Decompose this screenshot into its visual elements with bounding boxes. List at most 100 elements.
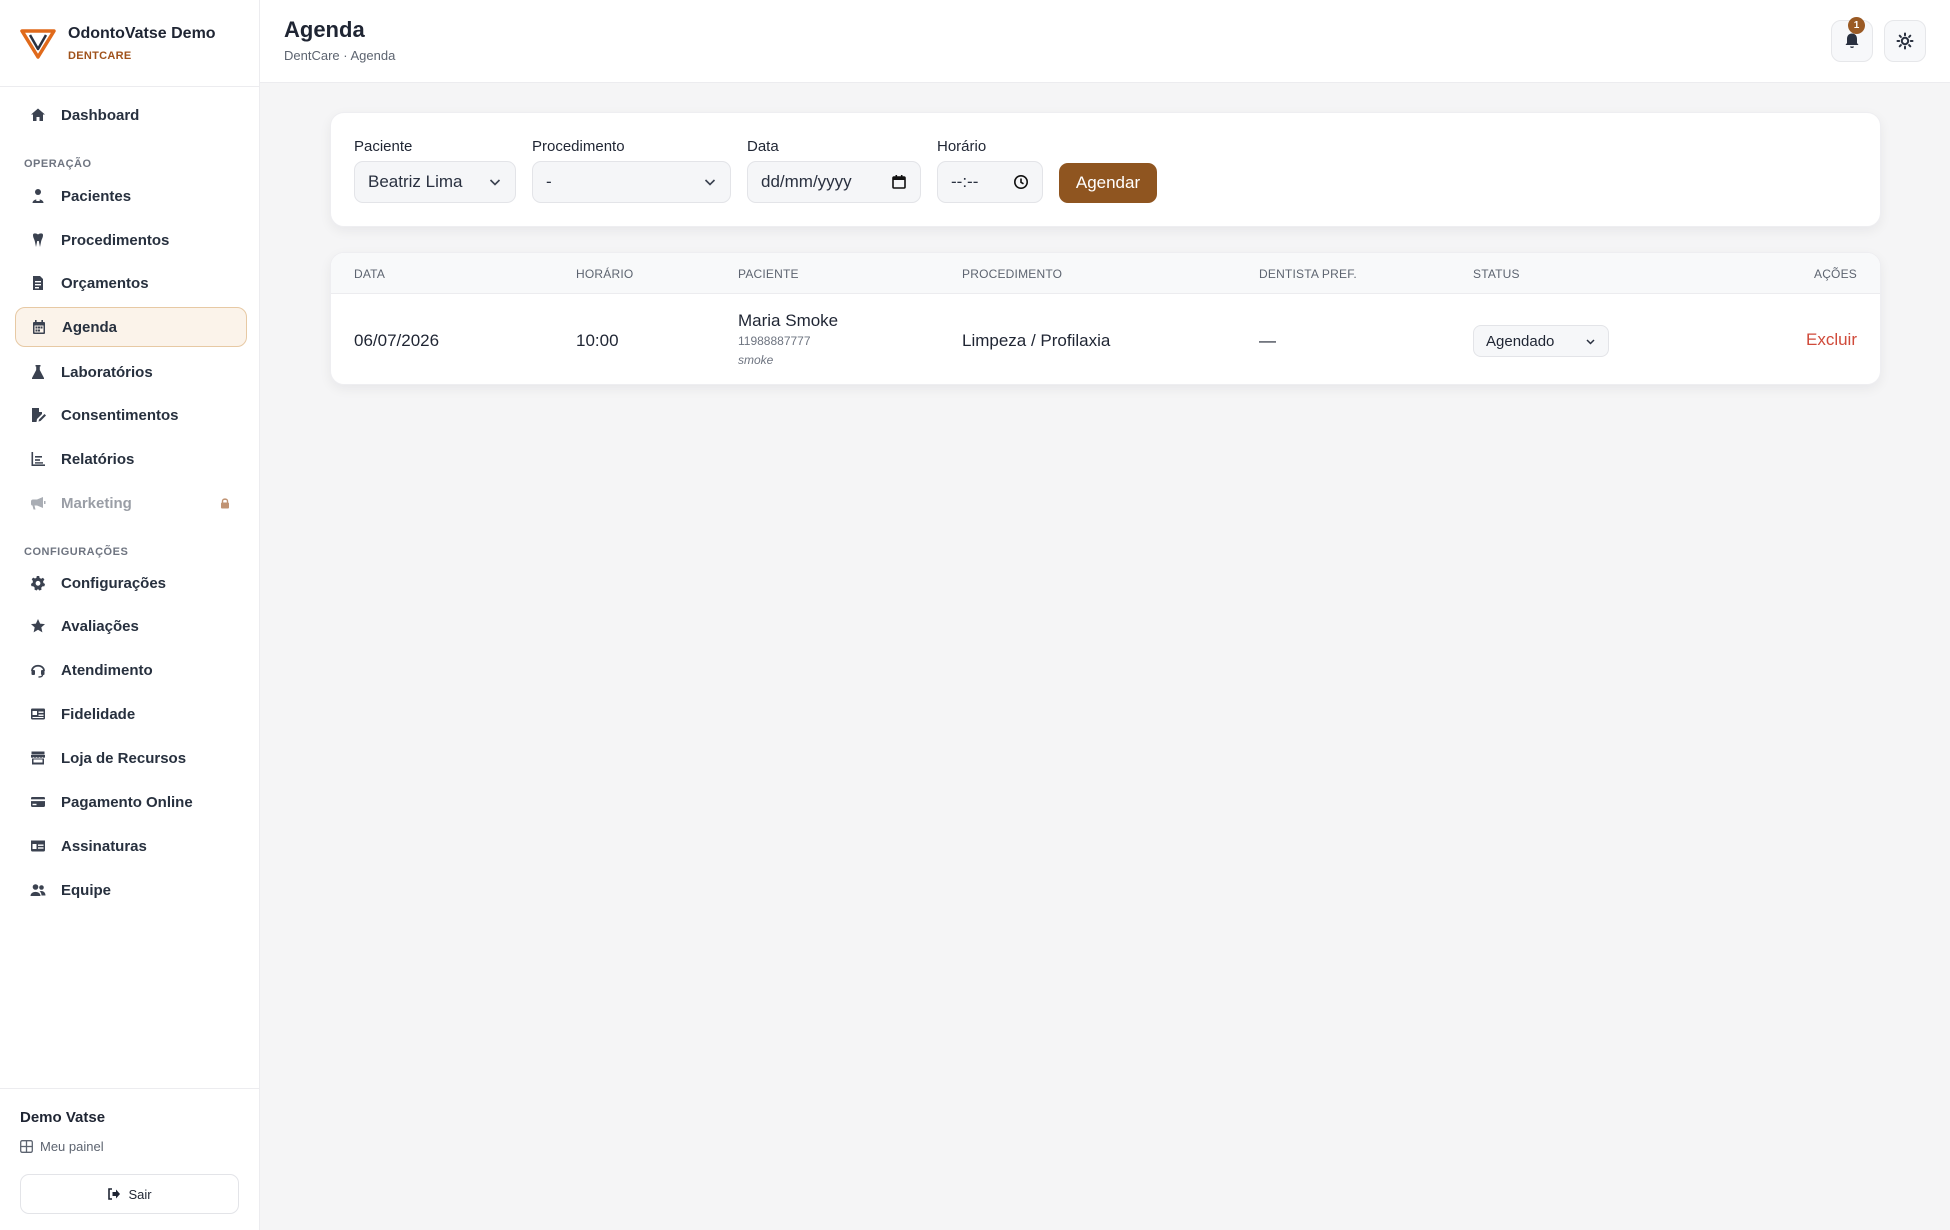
patient-select-value: Beatriz Lima — [368, 172, 463, 191]
theme-toggle-button[interactable] — [1884, 20, 1926, 62]
home-icon — [30, 107, 46, 123]
sidebar-item-label: Pagamento Online — [61, 793, 193, 811]
signature-icon — [30, 407, 46, 423]
column-header-actions: AÇÕES — [1813, 267, 1857, 281]
table-header: DATA HORÁRIO PACIENTE PROCEDIMENTO DENTI… — [331, 253, 1880, 294]
sidebar-item-label: Marketing — [61, 494, 132, 512]
sidebar-item-label: Laboratórios — [61, 363, 153, 381]
status-select-value: Agendado — [1486, 332, 1555, 350]
sidebar-item-equipe[interactable]: Equipe — [15, 870, 247, 910]
sun-icon — [1896, 32, 1914, 50]
sidebar-item-avaliacoes[interactable]: Avaliações — [15, 606, 247, 646]
section-label-configuracoes: CONFIGURAÇÕES — [24, 546, 129, 558]
calendar-picker-icon[interactable] — [891, 174, 907, 190]
sidebar-item-dashboard[interactable]: Dashboard — [15, 95, 247, 135]
schedule-form: Paciente Beatriz Lima Procedimento - Dat… — [330, 112, 1881, 227]
date-label: Data — [747, 138, 779, 155]
status-select[interactable]: Agendado — [1473, 325, 1609, 357]
sidebar-item-relatorios[interactable]: Relatórios — [15, 439, 247, 479]
sidebar-item-label: Dashboard — [61, 106, 140, 124]
sidebar-item-consentimentos[interactable]: Consentimentos — [15, 395, 247, 435]
time-input-value: --:-- — [951, 172, 979, 191]
sidebar-item-label: Orçamentos — [61, 274, 149, 292]
breadcrumb: DentCare · Agenda — [284, 48, 396, 63]
chevron-down-icon — [489, 179, 501, 186]
gear-icon — [30, 575, 46, 591]
sidebar-item-procedimentos[interactable]: Procedimentos — [15, 220, 247, 260]
document-icon — [30, 275, 46, 291]
brand-name: OdontoVatse Demo — [68, 24, 216, 42]
card-icon — [30, 706, 46, 722]
sidebar-item-assinaturas[interactable]: Assinaturas — [15, 826, 247, 866]
column-header-patient: PACIENTE — [738, 267, 799, 281]
row-time: 10:00 — [576, 331, 619, 350]
patient-label: Paciente — [354, 138, 413, 155]
tooth-icon — [30, 232, 46, 248]
column-header-dentist: DENTISTA PREF. — [1259, 267, 1357, 281]
row-patient-phone: 11988887777 — [738, 334, 811, 348]
sidebar-item-label: Fidelidade — [61, 705, 136, 723]
sidebar-item-orcamentos[interactable]: Orçamentos — [15, 263, 247, 303]
store-icon — [30, 750, 46, 766]
sidebar-item-label: Agenda — [62, 318, 118, 336]
time-input[interactable]: --:-- — [937, 161, 1043, 203]
chart-icon — [30, 451, 46, 467]
calendar-icon — [31, 319, 47, 335]
procedure-select[interactable]: - — [532, 161, 731, 203]
page-title: Agenda — [284, 17, 365, 42]
bell-icon — [1845, 33, 1859, 48]
headset-icon — [30, 662, 46, 678]
column-header-date: DATA — [354, 267, 386, 281]
team-icon — [30, 882, 46, 898]
sidebar-item-label: Avaliações — [61, 617, 139, 635]
my-panel-link[interactable]: Meu painel — [20, 1139, 104, 1154]
sidebar-item-pagamento-online[interactable]: Pagamento Online — [15, 782, 247, 822]
notifications-button[interactable]: 1 — [1831, 17, 1873, 62]
sidebar-item-label: Equipe — [61, 881, 112, 899]
sidebar-item-agenda[interactable]: Agenda — [15, 307, 247, 347]
brand[interactable]: OdontoVatse Demo DENTCARE — [0, 0, 259, 87]
column-header-time: HORÁRIO — [576, 267, 634, 281]
patient-icon — [30, 188, 46, 204]
user-name: Demo Vatse — [20, 1109, 106, 1126]
row-dentist: — — [1259, 331, 1276, 350]
lock-icon — [221, 498, 229, 509]
schedule-button[interactable]: Agendar — [1059, 163, 1157, 203]
brand-logo-icon — [20, 29, 56, 59]
megaphone-icon — [30, 495, 46, 511]
star-icon — [30, 618, 46, 634]
delete-button[interactable]: Excluir — [1806, 330, 1857, 350]
sidebar-footer: Demo Vatse Meu painel Sair — [0, 1088, 260, 1230]
logout-icon — [108, 1188, 121, 1200]
date-input-value: dd/mm/yyyy — [761, 172, 852, 191]
sidebar-item-marketing[interactable]: Marketing — [15, 483, 247, 523]
flask-icon — [30, 364, 46, 380]
sidebar-item-atendimento[interactable]: Atendimento — [15, 650, 247, 690]
sidebar-item-pacientes[interactable]: Pacientes — [15, 176, 247, 216]
sidebar-item-label: Loja de Recursos — [61, 749, 187, 767]
brand-subtitle: DENTCARE — [68, 49, 132, 62]
notification-badge: 1 — [1848, 17, 1865, 34]
sidebar-item-configuracoes[interactable]: Configurações — [15, 563, 247, 603]
sidebar-item-label: Relatórios — [61, 450, 135, 468]
id-card-icon — [30, 838, 46, 854]
sidebar-item-label: Atendimento — [61, 661, 153, 679]
row-patient-tag: smoke — [738, 353, 774, 367]
sidebar-item-laboratorios[interactable]: Laboratórios — [15, 352, 247, 392]
column-header-procedure: PROCEDIMENTO — [962, 267, 1063, 281]
patient-select[interactable]: Beatriz Lima — [354, 161, 516, 203]
appointments-table: DATA HORÁRIO PACIENTE PROCEDIMENTO DENTI… — [330, 252, 1881, 385]
sidebar-item-label: Configurações — [61, 574, 167, 592]
sidebar-item-loja-de-recursos[interactable]: Loja de Recursos — [15, 738, 247, 778]
my-panel-label: Meu painel — [40, 1139, 104, 1154]
row-patient-name: Maria Smoke — [738, 311, 839, 330]
row-date: 06/07/2026 — [354, 331, 440, 350]
sidebar-item-fidelidade[interactable]: Fidelidade — [15, 694, 247, 734]
logout-button[interactable]: Sair — [20, 1174, 239, 1214]
column-header-status: STATUS — [1473, 267, 1520, 281]
date-input[interactable]: dd/mm/yyyy — [747, 161, 921, 203]
grid-icon — [20, 1140, 33, 1153]
clock-icon[interactable] — [1013, 174, 1029, 190]
section-label-operacao: OPERAÇÃO — [24, 158, 92, 170]
sidebar-item-label: Procedimentos — [61, 231, 170, 249]
